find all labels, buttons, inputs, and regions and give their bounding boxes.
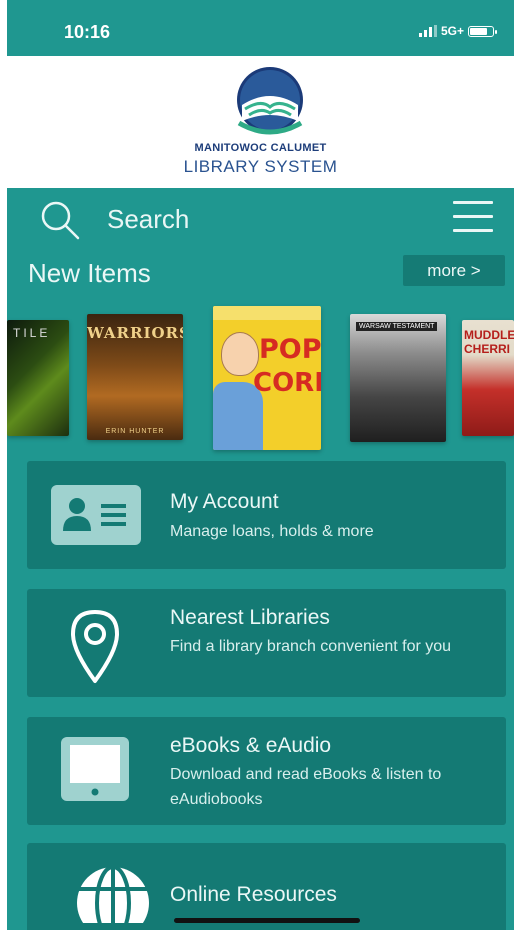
my-account-card[interactable]: My Account Manage loans, holds & more [27, 461, 506, 569]
more-button[interactable]: more > [403, 255, 505, 286]
id-card-icon [51, 485, 141, 545]
signal-icon [418, 25, 437, 37]
location-pin-icon [71, 610, 119, 683]
home-indicator[interactable] [174, 918, 360, 923]
status-indicators: 5G+ [418, 24, 497, 38]
status-time: 10:16 [64, 22, 111, 42]
book-cover-title: WARRIORS [87, 324, 183, 342]
globe-icon [77, 865, 149, 923]
book-cover-title: WARSAW TESTAMENT [356, 322, 438, 331]
battery-icon [468, 25, 497, 37]
tablet-icon [61, 737, 129, 801]
book-cover[interactable]: POP CORN [213, 306, 321, 450]
book-cover[interactable]: WARRIORS ERIN HUNTER [87, 314, 183, 440]
book-cover-title: MUDDLE CHERRI [464, 328, 514, 356]
book-cover[interactable]: WARSAW TESTAMENT [350, 314, 446, 442]
book-cover-author: ERIN HUNTER [105, 428, 165, 435]
library-header: MANITOWOC CALUMET LIBRARY SYSTEM [7, 56, 514, 188]
nearest-libraries-card[interactable]: Nearest Libraries Find a library branch … [27, 589, 506, 697]
search-label[interactable]: Search [107, 204, 189, 235]
status-bar: 10:16 5G+ [7, 0, 514, 56]
book-cover[interactable]: MUDDLE CHERRI [462, 320, 514, 436]
new-items-heading: New Items [28, 258, 151, 288]
card-title: eBooks & eAudio [170, 734, 332, 757]
hamburger-menu-icon[interactable] [453, 201, 493, 235]
book-cover-title: TILE [13, 326, 51, 340]
org-name-line2: LIBRARY SYSTEM [183, 157, 338, 176]
card-title: My Account [170, 490, 279, 513]
card-subtitle: Find a library branch convenient for you [170, 638, 452, 655]
card-subtitle: Download and read eBooks & listen to eAu… [170, 766, 442, 808]
network-label: 5G+ [440, 24, 464, 38]
ebooks-card[interactable]: eBooks & eAudio Download and read eBooks… [27, 717, 506, 825]
org-name-line1: MANITOWOC CALUMET [194, 142, 327, 154]
search-icon[interactable] [40, 200, 80, 240]
book-cover[interactable]: TILE [7, 320, 69, 436]
card-subtitle: Manage loans, holds & more [170, 523, 374, 540]
online-resources-card[interactable]: Online Resources [27, 843, 506, 930]
search-bar[interactable]: Search [7, 188, 514, 250]
book-cover-title: POP [259, 334, 321, 365]
app-screen: 10:16 5G+ MANITOWOC CALUMET LIBRARY SYST… [7, 0, 514, 930]
card-title: Nearest Libraries [170, 606, 330, 629]
book-cover-title: CORN [253, 368, 321, 398]
library-logo-icon [237, 67, 303, 135]
card-title: Online Resources [170, 883, 337, 906]
